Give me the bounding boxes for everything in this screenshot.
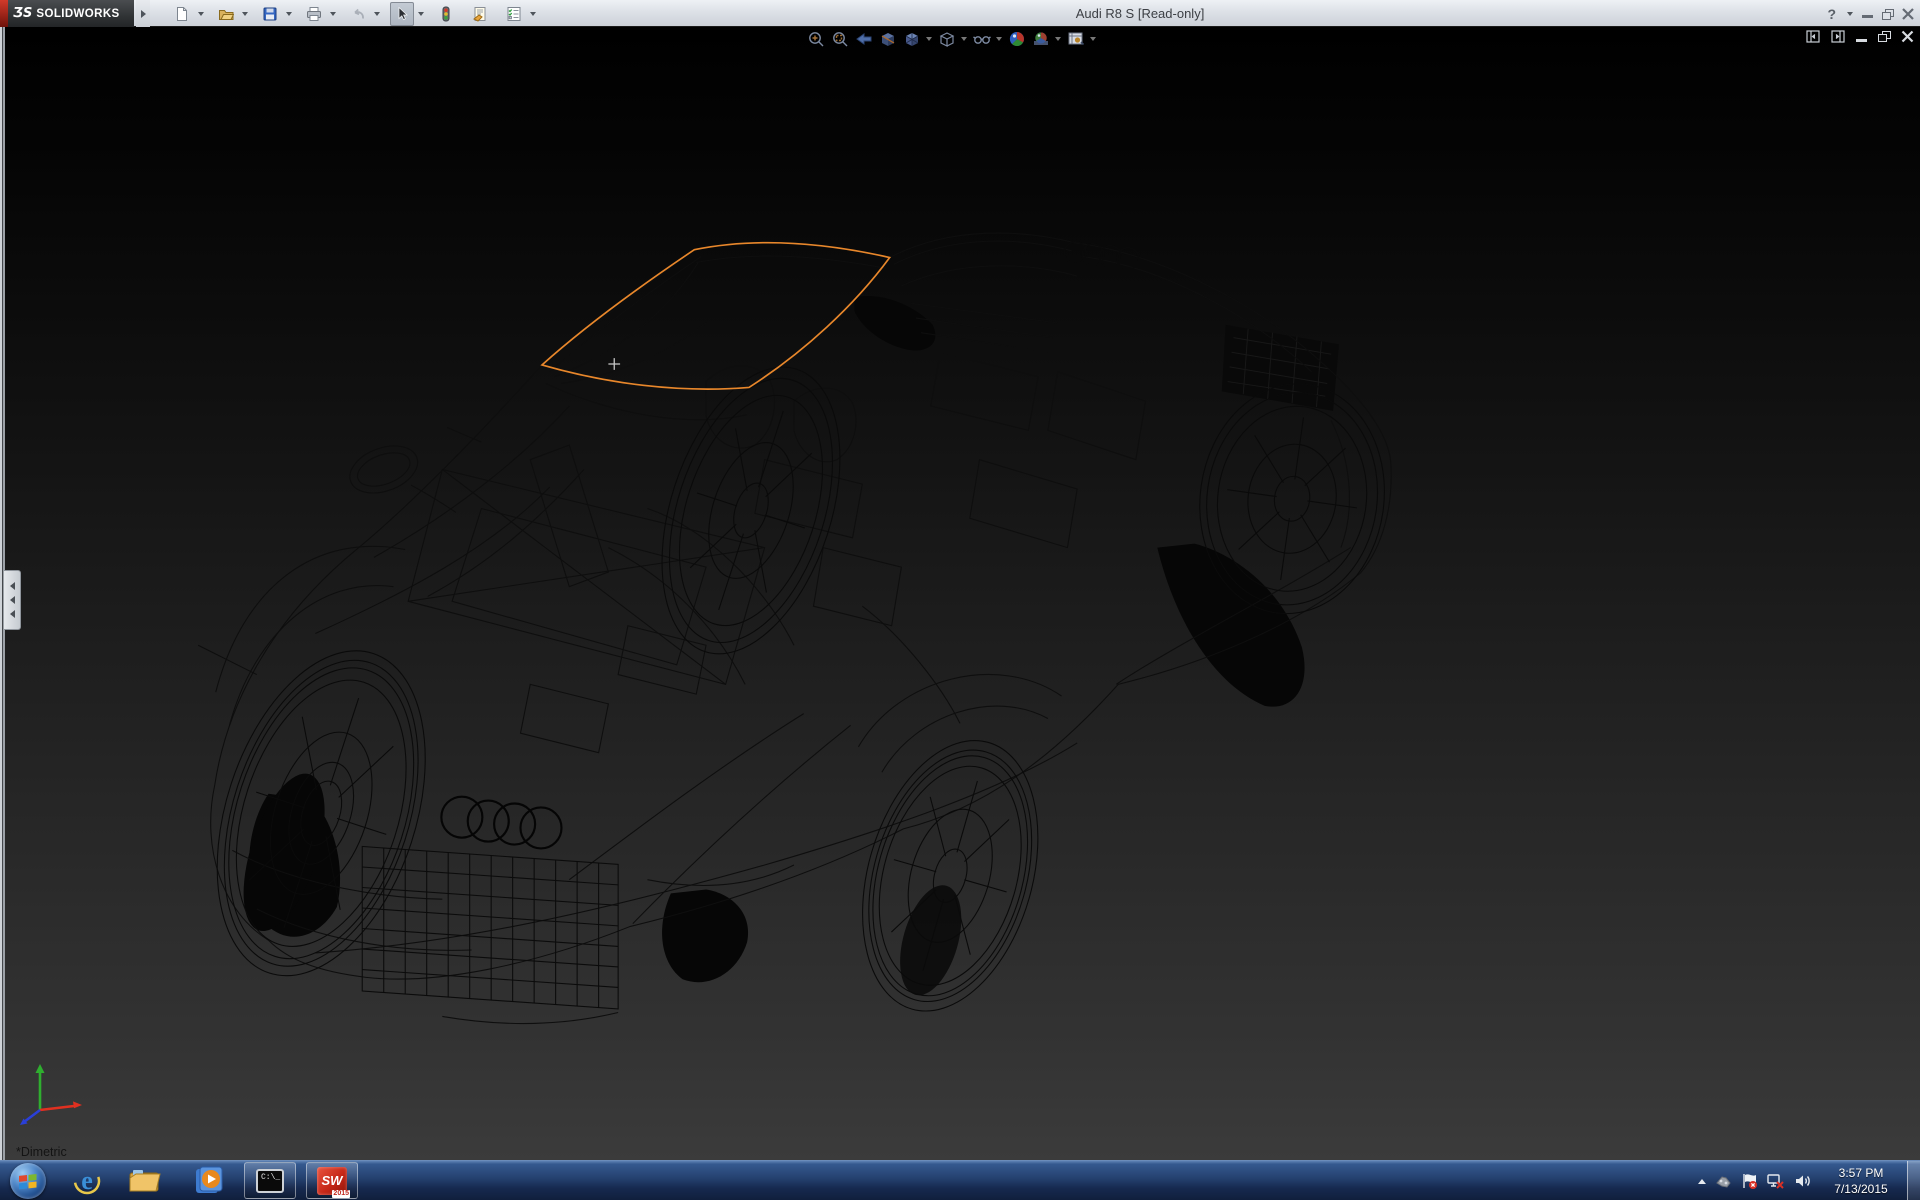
graphics-area[interactable]: *Dimetric <box>0 27 1920 1160</box>
previous-view-icon[interactable] <box>854 30 873 48</box>
zoom-to-fit-icon[interactable] <box>806 30 825 48</box>
doc-close-button[interactable] <box>1901 30 1914 43</box>
hide-show-items-icon[interactable] <box>972 30 991 48</box>
audi-rings-front <box>441 797 561 849</box>
rebuild-button[interactable] <box>434 2 458 26</box>
taskbar-windows-explorer[interactable] <box>128 1164 162 1198</box>
featuremanager-toggle-icon[interactable] <box>1806 30 1820 43</box>
document-window-controls <box>1806 30 1914 43</box>
taskbar-solidworks-2015[interactable]: SW 2015 <box>306 1162 358 1199</box>
taskpane-toggle-icon[interactable] <box>1831 30 1845 43</box>
hardware-icon[interactable] <box>1715 1174 1732 1189</box>
select-button[interactable] <box>390 2 414 26</box>
show-hidden-icons-button[interactable] <box>1698 1179 1706 1184</box>
clock-date: 7/13/2015 <box>1822 1181 1900 1197</box>
taskbar-internet-explorer[interactable]: e <box>70 1164 104 1198</box>
restore-button[interactable] <box>1882 9 1893 19</box>
selected-windshield-surface[interactable] <box>542 243 890 389</box>
display-style-icon[interactable] <box>937 30 956 48</box>
brand-name: SOLIDWORKS <box>36 8 119 20</box>
sw-year-label: 2015 <box>332 1190 350 1198</box>
start-button[interactable] <box>10 1163 46 1199</box>
titlebar-window-controls: ? <box>1827 0 1914 27</box>
apply-scene-dropdown-icon[interactable] <box>1055 37 1061 41</box>
volume-icon[interactable] <box>1794 1173 1812 1189</box>
action-center-alert-icon[interactable] <box>1741 1173 1758 1189</box>
new-dropdown-icon[interactable] <box>198 12 204 16</box>
quick-toolbar <box>170 0 536 27</box>
show-desktop-button[interactable] <box>1907 1161 1920 1200</box>
select-dropdown-icon[interactable] <box>418 12 424 16</box>
print-dropdown-icon[interactable] <box>330 12 336 16</box>
display-style-dropdown-icon[interactable] <box>961 37 967 41</box>
app-icon[interactable] <box>0 0 8 27</box>
view-orientation-label: *Dimetric <box>16 1145 67 1159</box>
taskbar-command-prompt[interactable]: C:\_ <box>244 1162 296 1199</box>
new-button[interactable] <box>170 2 194 26</box>
help-button[interactable]: ? <box>1827 6 1836 22</box>
undo-button[interactable] <box>346 2 370 26</box>
network-disconnected-icon[interactable] <box>1767 1173 1785 1189</box>
clock-time: 3:57 PM <box>1822 1165 1900 1181</box>
titlebar: ƷS SOLIDWORKS <box>0 0 1920 27</box>
minimize-button[interactable] <box>1862 15 1873 18</box>
featuremanager-splitter-handle[interactable] <box>4 570 21 630</box>
window-title: Audi R8 S [Read-only] <box>1040 0 1240 27</box>
taskbar-clock[interactable]: 3:57 PM 7/13/2015 <box>1822 1165 1900 1197</box>
cursor-crosshair <box>608 358 620 370</box>
car-wireframe[interactable] <box>0 27 1920 1160</box>
edit-appearance-icon[interactable] <box>1007 30 1026 48</box>
orientation-triad <box>14 1054 92 1132</box>
solidworks-window: ƷS SOLIDWORKS <box>0 0 1920 1200</box>
save-button[interactable] <box>258 2 282 26</box>
ie-glyph: e <box>81 1166 93 1195</box>
open-button[interactable] <box>214 2 238 26</box>
open-dropdown-icon[interactable] <box>242 12 248 16</box>
close-button[interactable] <box>1902 8 1914 20</box>
help-dropdown-icon[interactable] <box>1847 12 1853 16</box>
brand-mark: ƷS <box>13 6 32 21</box>
view-settings-icon[interactable] <box>1066 30 1085 48</box>
save-dropdown-icon[interactable] <box>286 12 292 16</box>
print-button[interactable] <box>302 2 326 26</box>
audi-rings-rear <box>1065 242 1139 269</box>
solidworks-logo: ƷS SOLIDWORKS <box>8 0 134 27</box>
file-properties-button[interactable] <box>468 2 492 26</box>
taskbar: e C:\_ SW 2015 3:57 PM 7/13/2015 <box>0 1160 1920 1200</box>
section-view-icon[interactable] <box>878 30 897 48</box>
options-button[interactable] <box>502 2 526 26</box>
view-orientation-dropdown-icon[interactable] <box>926 37 932 41</box>
undo-dropdown-icon[interactable] <box>374 12 380 16</box>
view-orientation-icon[interactable] <box>902 30 921 48</box>
zoom-to-area-icon[interactable] <box>830 30 849 48</box>
apply-scene-icon[interactable] <box>1031 30 1050 48</box>
view-settings-dropdown-icon[interactable] <box>1090 37 1096 41</box>
cmd-window-icon: C:\_ <box>256 1169 284 1193</box>
hide-show-dropdown-icon[interactable] <box>996 37 1002 41</box>
solidworks-2015-icon: SW 2015 <box>317 1167 347 1195</box>
headsup-toolbar <box>806 29 1096 49</box>
menu-expand-arrow[interactable] <box>136 0 150 27</box>
taskbar-media-player[interactable] <box>192 1164 226 1198</box>
options-dropdown-icon[interactable] <box>530 12 536 16</box>
windows-flag-icon <box>18 1172 38 1190</box>
system-tray <box>1698 1161 1812 1200</box>
doc-minimize-button[interactable] <box>1856 39 1867 42</box>
doc-restore-button[interactable] <box>1878 31 1890 42</box>
